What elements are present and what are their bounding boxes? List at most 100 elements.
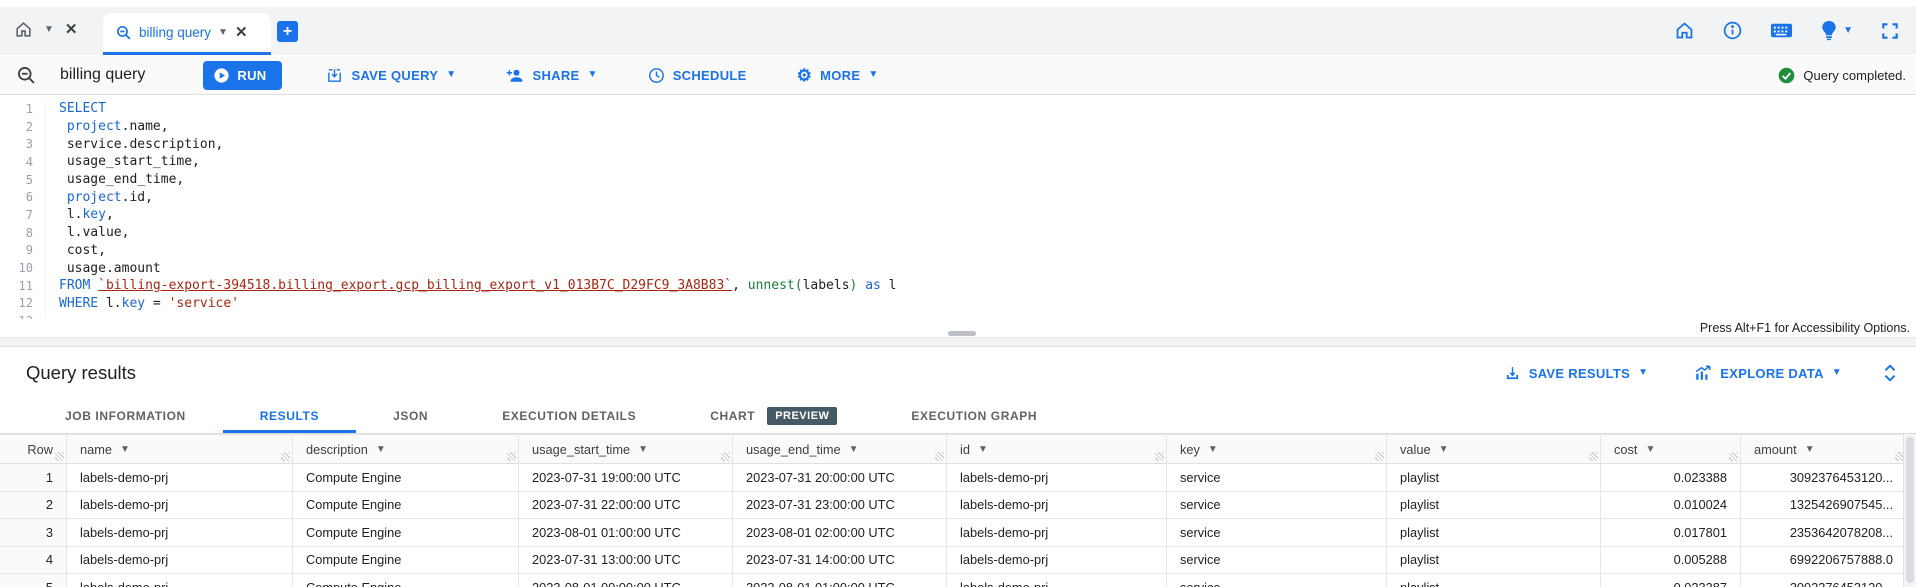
home-tab-caret-icon[interactable]: ▼ [44, 25, 54, 35]
table-cell: service [1167, 574, 1387, 587]
code-line[interactable]: 10 usage.amount [0, 259, 1916, 277]
code-line[interactable]: 1SELECT [0, 100, 1916, 118]
column-menu-caret-icon[interactable]: ▼ [376, 444, 386, 455]
table-row[interactable]: 4labels-demo-prjCompute Engine2023-07-31… [0, 547, 1903, 575]
panel-resize-handle[interactable] [948, 331, 976, 336]
tab-caret-icon[interactable]: ▼ [218, 28, 228, 38]
check-circle-icon [1778, 67, 1795, 84]
tab-label: EXECUTION GRAPH [911, 409, 1037, 423]
results-scrollbar-thumb[interactable] [1906, 437, 1914, 583]
code-line[interactable]: 9 cost, [0, 242, 1916, 260]
expand-collapse-icon[interactable] [1882, 363, 1898, 383]
schedule-button[interactable]: SCHEDULE [642, 66, 753, 85]
new-tab-button[interactable]: + [277, 21, 298, 42]
code-line[interactable]: 11FROM `billing-export-394518.billing_ex… [0, 277, 1916, 295]
column-menu-caret-icon[interactable]: ▼ [1645, 444, 1655, 455]
explore-data-label: EXPLORE DATA [1720, 366, 1824, 381]
column-resize-handle[interactable] [507, 452, 516, 461]
home-icon[interactable] [14, 20, 33, 39]
column-resize-handle[interactable] [721, 452, 730, 461]
results-tab-results[interactable]: RESULTS [223, 398, 356, 433]
code-line[interactable]: 7 l.key, [0, 206, 1916, 224]
column-menu-caret-icon[interactable]: ▼ [978, 444, 988, 455]
run-button-label: RUN [237, 68, 266, 83]
results-tab-execution-graph[interactable]: EXECUTION GRAPH [874, 398, 1074, 433]
column-header-name[interactable]: name▼ [67, 434, 293, 464]
column-menu-caret-icon[interactable]: ▼ [120, 444, 130, 455]
code-line[interactable]: 4 usage_start_time, [0, 153, 1916, 171]
table-row[interactable]: 5labels-demo-prjCompute Engine2023-08-01… [0, 574, 1903, 587]
table-cell: 2023-07-31 22:00:00 UTC [519, 492, 733, 520]
column-menu-caret-icon[interactable]: ▼ [1805, 444, 1815, 455]
save-query-button[interactable]: SAVE QUERY ▼ [320, 66, 462, 85]
home-tab-close-icon[interactable]: ✕ [65, 22, 78, 37]
code-line[interactable]: 8 l.value, [0, 224, 1916, 242]
table-cell: labels-demo-prj [67, 492, 293, 520]
code-line[interactable]: 13 [0, 312, 1916, 319]
lightbulb-menu[interactable]: ▼ [1820, 20, 1853, 41]
column-resize-handle[interactable] [281, 452, 290, 461]
share-button[interactable]: SHARE ▼ [500, 66, 603, 84]
column-resize-handle[interactable] [55, 452, 64, 461]
column-resize-handle[interactable] [935, 452, 944, 461]
table-row[interactable]: 1labels-demo-prjCompute Engine2023-07-31… [0, 464, 1903, 492]
tab-close-icon[interactable]: ✕ [235, 25, 248, 40]
code-line[interactable]: 12WHERE l.key = 'service' [0, 295, 1916, 313]
save-results-button[interactable]: SAVE RESULTS ▼ [1498, 364, 1655, 383]
column-header-usage_start_time[interactable]: usage_start_time▼ [519, 434, 733, 464]
tab-label: CHART [710, 409, 755, 423]
column-resize-handle[interactable] [1895, 452, 1903, 461]
query-toolbar: billing query RUN SAVE QUERY ▼ SHARE ▼ S… [0, 56, 1916, 95]
table-row[interactable]: 3labels-demo-prjCompute Engine2023-08-01… [0, 519, 1903, 547]
code-text: l.key, [46, 207, 114, 222]
column-header-key[interactable]: key▼ [1167, 434, 1387, 464]
column-header-id[interactable]: id▼ [947, 434, 1167, 464]
info-icon[interactable] [1722, 20, 1743, 41]
code-line[interactable]: 3 service.description, [0, 135, 1916, 153]
results-tab-chart[interactable]: CHARTPREVIEW [673, 398, 874, 433]
column-header-description[interactable]: description▼ [293, 434, 519, 464]
column-menu-caret-icon[interactable]: ▼ [1439, 444, 1449, 455]
column-menu-caret-icon[interactable]: ▼ [1208, 444, 1218, 455]
tab-title: billing query [139, 25, 211, 40]
table-cell: labels-demo-prj [947, 547, 1167, 575]
table-cell: 2023-07-31 20:00:00 UTC [733, 464, 947, 492]
column-resize-handle[interactable] [1729, 452, 1738, 461]
table-cell: labels-demo-prj [67, 464, 293, 492]
row-number-cell: 4 [0, 547, 67, 575]
table-cell: playlist [1387, 574, 1601, 587]
save-query-caret-icon: ▼ [446, 70, 456, 80]
fullscreen-icon[interactable] [1880, 21, 1900, 41]
column-label: value [1400, 442, 1431, 457]
column-header-value[interactable]: value ▼ [1387, 434, 1601, 464]
row-number-cell: 2 [0, 492, 67, 520]
tab-billing-query[interactable]: billing query ▼ ✕ [103, 13, 271, 52]
code-line[interactable]: 5 usage_end_time, [0, 171, 1916, 189]
column-header-amount[interactable]: amount▼ [1741, 434, 1903, 464]
lightbulb-icon [1820, 20, 1838, 41]
column-header-cost[interactable]: cost▼ [1601, 434, 1741, 464]
table-row[interactable]: 2labels-demo-prjCompute Engine2023-07-31… [0, 492, 1903, 520]
sql-editor[interactable]: 1SELECT2 project.name,3 service.descript… [0, 96, 1916, 319]
more-button[interactable]: ⚙ MORE ▼ [791, 66, 885, 85]
results-tab-execution-details[interactable]: EXECUTION DETAILS [465, 398, 673, 433]
home-tab-group[interactable]: ▼ ✕ [14, 20, 77, 39]
code-line[interactable]: 2 project.name, [0, 118, 1916, 136]
column-menu-caret-icon[interactable]: ▼ [849, 444, 859, 455]
run-button[interactable]: RUN [203, 61, 282, 90]
keyboard-icon[interactable] [1770, 20, 1793, 41]
column-header-usage_end_time[interactable]: usage_end_time▼ [733, 434, 947, 464]
line-number: 13 [0, 312, 46, 319]
results-scrollbar[interactable] [1903, 434, 1916, 587]
column-resize-handle[interactable] [1375, 452, 1384, 461]
column-menu-caret-icon[interactable]: ▼ [638, 444, 648, 455]
table-cell: 2023-07-31 19:00:00 UTC [519, 464, 733, 492]
results-tab-job-information[interactable]: JOB INFORMATION [28, 398, 223, 433]
results-tab-json[interactable]: JSON [356, 398, 465, 433]
home-icon[interactable] [1674, 20, 1695, 41]
column-resize-handle[interactable] [1155, 452, 1164, 461]
code-line[interactable]: 6 project.id, [0, 188, 1916, 206]
explore-data-button[interactable]: EXPLORE DATA ▼ [1688, 364, 1848, 382]
save-query-label: SAVE QUERY [351, 68, 438, 83]
column-resize-handle[interactable] [1589, 452, 1598, 461]
